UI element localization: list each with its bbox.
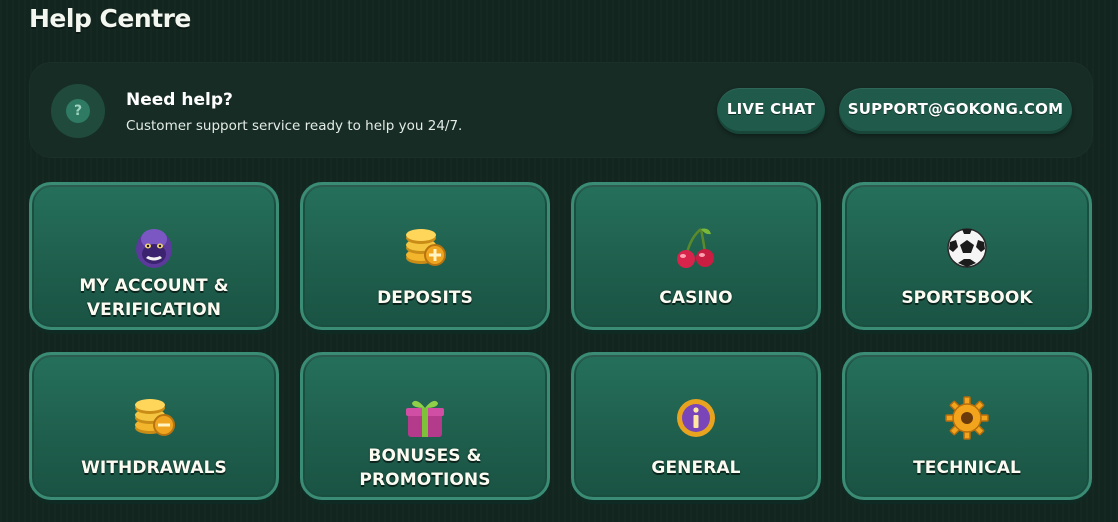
help-banner: ? Need help? Customer support service re… bbox=[29, 62, 1093, 158]
live-chat-button[interactable]: LIVE CHAT bbox=[717, 88, 825, 134]
category-card-casino[interactable]: CASINO bbox=[571, 182, 821, 330]
coins-minus-icon bbox=[135, 399, 175, 436]
page-title: Help Centre bbox=[29, 4, 191, 33]
category-card-my-account[interactable]: MY ACCOUNT & VERIFICATION bbox=[29, 182, 279, 330]
category-card-bonuses[interactable]: BONUSES & PROMOTIONS bbox=[300, 352, 550, 500]
category-card-deposits[interactable]: DEPOSITS bbox=[300, 182, 550, 330]
category-label: MY ACCOUNT & VERIFICATION bbox=[79, 276, 229, 320]
gear-icon bbox=[945, 396, 989, 440]
category-card-sportsbook[interactable]: SPORTSBOOK bbox=[842, 182, 1092, 330]
support-email-button[interactable]: SUPPORT@GOKONG.COM bbox=[839, 88, 1072, 134]
category-label: CASINO bbox=[659, 288, 733, 308]
soccer-ball-icon bbox=[947, 228, 987, 268]
help-icon-circle: ? bbox=[51, 84, 105, 138]
coins-plus-icon bbox=[406, 229, 446, 266]
help-title: Need help? bbox=[126, 90, 233, 110]
category-card-withdrawals[interactable]: WITHDRAWALS bbox=[29, 352, 279, 500]
category-label: GENERAL bbox=[651, 458, 741, 478]
category-label: WITHDRAWALS bbox=[81, 458, 227, 478]
gorilla-icon bbox=[136, 229, 172, 268]
help-subtitle: Customer support service ready to help y… bbox=[126, 118, 463, 134]
category-card-technical[interactable]: TECHNICAL bbox=[842, 352, 1092, 500]
category-card-general[interactable]: GENERAL bbox=[571, 352, 821, 500]
gift-icon bbox=[406, 400, 444, 437]
category-label: TECHNICAL bbox=[913, 458, 1021, 478]
question-icon: ? bbox=[66, 99, 90, 123]
category-label: BONUSES & PROMOTIONS bbox=[359, 446, 491, 490]
category-label: DEPOSITS bbox=[377, 288, 473, 308]
info-icon bbox=[677, 399, 715, 437]
category-label: SPORTSBOOK bbox=[901, 288, 1033, 308]
cherries-icon bbox=[677, 228, 714, 268]
